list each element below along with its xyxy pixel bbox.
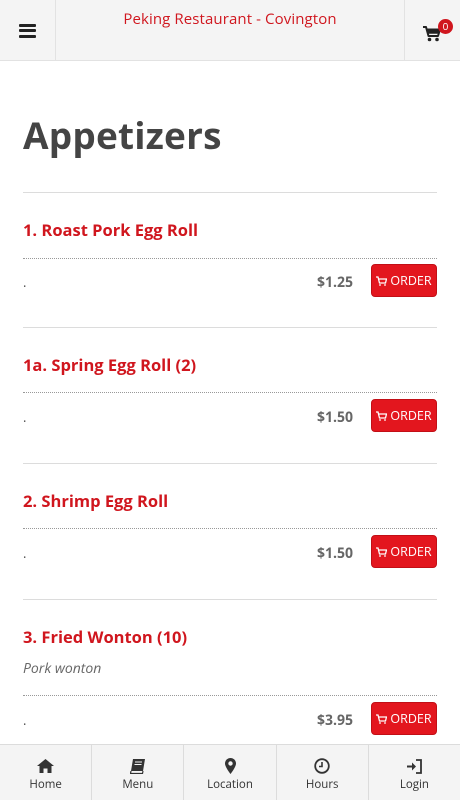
menu-item: 1a. Spring Egg Roll (2) . $1.50 ORDER bbox=[23, 328, 437, 464]
section-title: Appetizers bbox=[23, 109, 222, 160]
item-price: $3.95 bbox=[316, 711, 353, 730]
nav-label: Location bbox=[207, 777, 253, 792]
dotted-divider bbox=[23, 695, 437, 696]
dotted-divider bbox=[23, 258, 437, 259]
item-description: Pork wonton bbox=[23, 659, 102, 678]
nav-label: Login bbox=[399, 777, 429, 792]
menu-item: 3. Fried Wonton (10) Pork wonton . $3.95… bbox=[23, 600, 437, 760]
item-name[interactable]: 1a. Spring Egg Roll (2) bbox=[23, 353, 196, 376]
restaurant-title[interactable]: Peking Restaurant - Covington bbox=[56, 9, 404, 29]
order-button-label: ORDER bbox=[390, 272, 432, 289]
item-name[interactable]: 1. Roast Pork Egg Roll bbox=[23, 218, 198, 241]
order-button[interactable]: ORDER bbox=[371, 399, 437, 432]
order-button[interactable]: ORDER bbox=[371, 535, 437, 568]
book-icon bbox=[129, 757, 147, 775]
nav-label: Menu bbox=[122, 777, 154, 792]
order-button-label: ORDER bbox=[390, 407, 432, 424]
order-button[interactable]: ORDER bbox=[371, 702, 437, 735]
menu-item: 2. Shrimp Egg Roll . $1.50 ORDER bbox=[23, 464, 437, 600]
item-name[interactable]: 3. Fried Wonton (10) bbox=[23, 625, 187, 648]
nav-login[interactable]: Login bbox=[369, 745, 460, 800]
item-price: $1.50 bbox=[316, 408, 353, 427]
cart-count-badge: 0 bbox=[438, 19, 453, 34]
bottom-navigation: Home Menu Location Hours Login bbox=[0, 744, 460, 800]
item-detail: . bbox=[23, 544, 27, 562]
dotted-divider bbox=[23, 528, 437, 529]
cart-plus-icon bbox=[376, 713, 388, 724]
hamburger-icon bbox=[19, 23, 36, 38]
item-price: $1.50 bbox=[316, 544, 353, 563]
menu-item: 1. Roast Pork Egg Roll . $1.25 ORDER bbox=[23, 193, 437, 328]
cart-button[interactable]: 0 bbox=[404, 0, 460, 61]
item-price: $1.25 bbox=[316, 273, 353, 292]
item-name[interactable]: 2. Shrimp Egg Roll bbox=[23, 489, 168, 512]
item-detail: . bbox=[23, 711, 27, 729]
nav-menu[interactable]: Menu bbox=[92, 745, 185, 800]
nav-location[interactable]: Location bbox=[184, 745, 277, 800]
cart-plus-icon bbox=[376, 275, 388, 286]
home-icon bbox=[37, 757, 55, 775]
menu-toggle-button[interactable] bbox=[0, 0, 56, 61]
dotted-divider bbox=[23, 392, 437, 393]
app-header: Peking Restaurant - Covington 0 bbox=[0, 0, 460, 61]
order-button-label: ORDER bbox=[390, 543, 432, 560]
nav-home[interactable]: Home bbox=[0, 745, 93, 800]
menu-content: Appetizers 1. Roast Pork Egg Roll . $1.2… bbox=[23, 62, 437, 760]
clock-icon bbox=[313, 757, 331, 775]
nav-label: Hours bbox=[305, 777, 339, 792]
cart-plus-icon bbox=[376, 546, 388, 557]
order-button[interactable]: ORDER bbox=[371, 264, 437, 297]
cart-plus-icon bbox=[376, 410, 388, 421]
nav-label: Home bbox=[29, 777, 62, 792]
map-marker-icon bbox=[221, 757, 239, 775]
order-button-label: ORDER bbox=[390, 710, 432, 727]
item-detail: . bbox=[23, 273, 27, 291]
item-detail: . bbox=[23, 408, 27, 426]
sign-in-icon bbox=[405, 757, 423, 775]
nav-hours[interactable]: Hours bbox=[277, 745, 369, 800]
